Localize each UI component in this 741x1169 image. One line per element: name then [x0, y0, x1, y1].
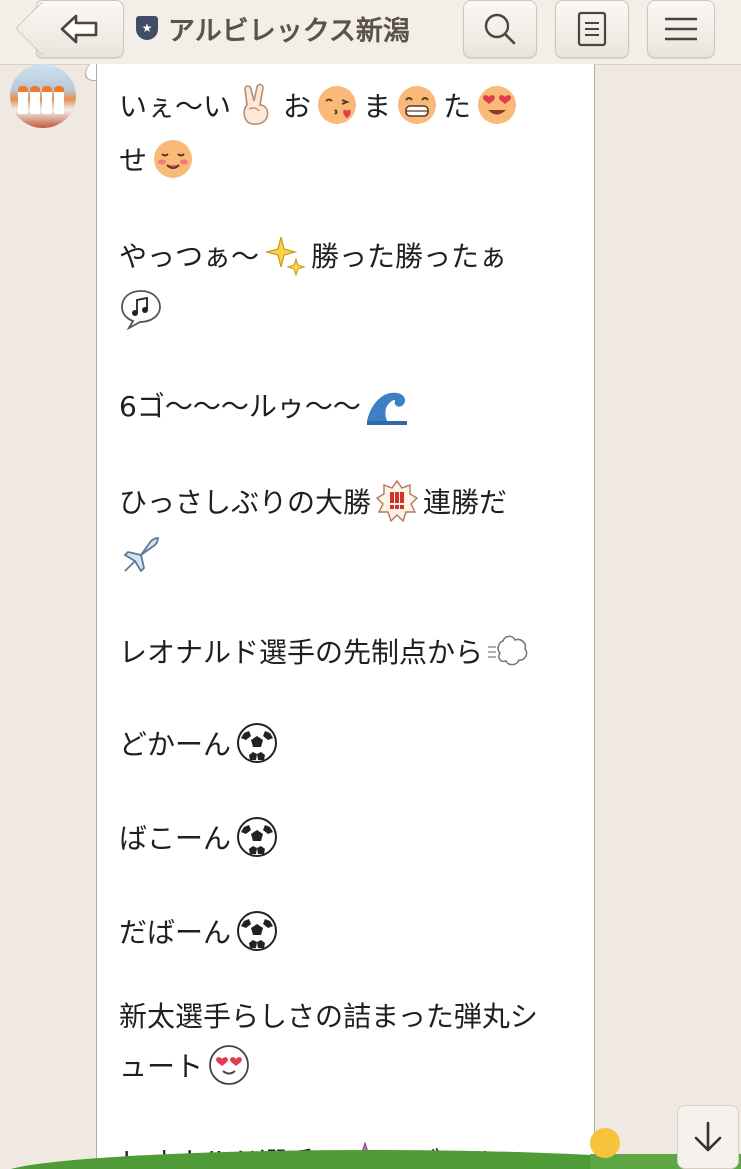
message-line: ひっさしぶりの大勝 連勝だ — [119, 476, 507, 526]
message-line: やっつぁ〜 勝った勝ったぁ — [119, 230, 507, 280]
message-line: どかーん — [119, 718, 283, 768]
chick-mascot-icon — [590, 1128, 620, 1158]
soccer-ball-icon — [237, 911, 278, 951]
text-segment: やっつぁ〜 — [119, 240, 260, 273]
search-icon — [484, 13, 516, 45]
dash-cloud-icon — [488, 635, 528, 666]
sender-avatar[interactable] — [10, 64, 76, 128]
text-segment: 6ゴ〜〜〜ルゥ〜〜 — [119, 390, 361, 423]
notes-icon — [577, 11, 607, 47]
back-button[interactable] — [14, 0, 124, 58]
shield-star: ★ — [141, 21, 153, 35]
back-arrow-icon — [60, 14, 98, 44]
chat-title-area: ★ アルビレックス新潟 — [136, 6, 410, 50]
message-bubble[interactable]: いぇ〜い お ま た せ やっつぁ〜 勝った勝ったぁ 6ゴ〜〜〜ルゥ〜〜 ひっさ… — [96, 64, 595, 1169]
blushing-face-icon — [154, 140, 193, 178]
message-line: 新太選手らしさの詰まった弾丸シ — [119, 990, 538, 1040]
grinning-face-icon — [398, 86, 437, 124]
hamburger-menu-icon — [665, 17, 697, 41]
official-shield-icon: ★ — [136, 16, 158, 40]
avatar-figure — [42, 86, 52, 114]
text-segment: せ — [119, 144, 148, 177]
avatar-figure — [54, 86, 64, 114]
peace-sign-icon — [243, 83, 269, 125]
text-segment: いぇ〜い — [119, 90, 232, 123]
water-wave-icon — [366, 392, 407, 425]
chat-screen: ★ アルビレックス新潟 いぇ〜い お ま た せ やっつぁ〜 勝った勝ったぁ 6… — [0, 0, 741, 1169]
message-line: 6ゴ〜〜〜ルゥ〜〜 — [119, 380, 413, 430]
exclamation-burst-icon — [375, 479, 419, 523]
menu-button[interactable] — [647, 0, 715, 58]
notes-button[interactable] — [555, 0, 629, 58]
text-segment: ュート — [119, 1050, 204, 1083]
text-segment: 連勝だ — [423, 486, 508, 519]
sparkles-icon — [264, 236, 306, 277]
soccer-ball-icon — [237, 723, 278, 763]
heart-eyes-face-icon — [478, 86, 517, 124]
avatar-figure — [30, 86, 40, 114]
chat-title: アルビレックス新潟 — [168, 15, 410, 47]
airplane-icon — [124, 537, 159, 572]
avatar-figure — [18, 86, 28, 114]
kissing-face-icon — [318, 86, 357, 124]
header-bar: ★ アルビレックス新潟 — [0, 0, 741, 65]
message-line: いぇ〜い お ま た — [119, 80, 523, 130]
text-segment: ひっさしぶりの大勝 — [119, 486, 372, 519]
heart-eyes-white-face-icon — [209, 1045, 249, 1085]
text-segment: 新太選手らしさの詰まった弾丸シ — [119, 1000, 538, 1033]
message-line — [119, 530, 167, 580]
text-segment: 勝った勝ったぁ — [311, 240, 508, 273]
message-line: ばこーん — [119, 812, 283, 862]
text-segment: レオナルド選手の先制点から — [119, 636, 484, 669]
text-segment: ばこーん — [119, 822, 232, 855]
text-segment: た — [443, 90, 472, 123]
message-line: ュート — [119, 1040, 255, 1090]
text-segment: お — [283, 90, 312, 123]
message-line: レオナルド選手の先制点から — [119, 626, 535, 676]
message-line: だばーん — [119, 906, 283, 956]
scroll-to-bottom-button[interactable] — [677, 1105, 739, 1169]
text-segment: どかーん — [119, 728, 232, 761]
text-segment: ま — [363, 90, 392, 123]
message-line: せ — [119, 134, 199, 184]
message-line — [119, 284, 167, 334]
arrow-down-icon — [694, 1121, 722, 1152]
music-speech-bubble-icon — [121, 290, 161, 331]
text-segment: だばーん — [119, 916, 232, 949]
search-button[interactable] — [463, 0, 537, 58]
soccer-ball-icon — [237, 817, 278, 857]
